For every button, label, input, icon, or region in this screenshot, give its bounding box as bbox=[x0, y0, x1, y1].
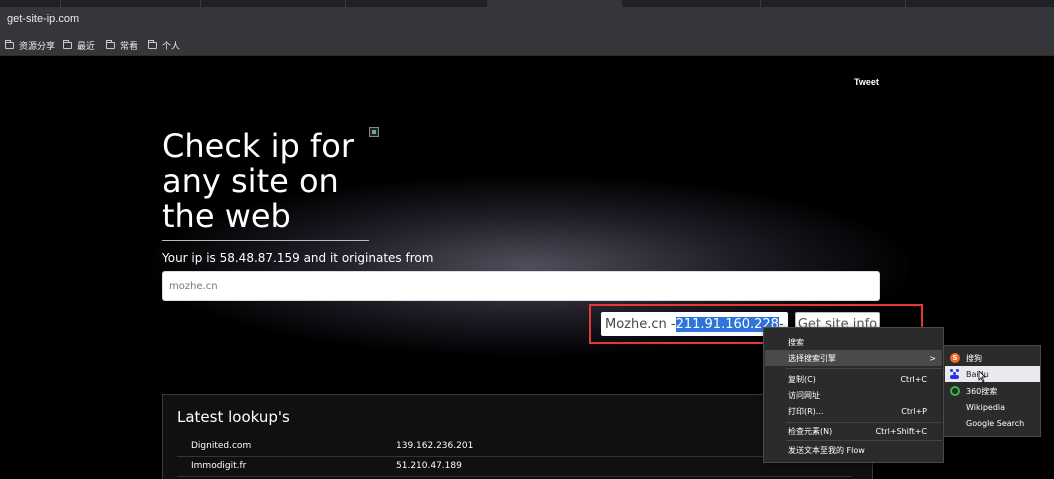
engine-sogou[interactable]: S 搜狗 bbox=[945, 350, 1040, 366]
result-field[interactable]: Mozhe.cn - 211.91.160.228 - bbox=[601, 312, 788, 336]
engine-label: 360搜索 bbox=[966, 386, 998, 396]
title-line: Check ip for bbox=[162, 127, 354, 165]
address-bar[interactable]: get-site-ip.com bbox=[0, 7, 1054, 34]
bookmark-label: 个人 bbox=[162, 41, 181, 52]
tab-divider bbox=[345, 0, 346, 7]
menu-item-search[interactable]: 搜索 bbox=[765, 334, 942, 350]
tab-divider bbox=[200, 0, 201, 7]
menu-item-label: 检查元素(N) bbox=[788, 426, 833, 436]
url-text[interactable]: get-site-ip.com bbox=[7, 13, 79, 25]
title-line: any site on bbox=[162, 162, 339, 200]
lookup-domain[interactable]: Immodigit.fr bbox=[191, 461, 246, 471]
lookup-domain[interactable]: Dignited.com bbox=[191, 441, 251, 451]
tab-divider bbox=[905, 0, 906, 7]
mouse-pointer-icon bbox=[978, 371, 986, 383]
engine-google[interactable]: Google Search bbox=[945, 415, 1040, 431]
browser-window: get-site-ip.com 资源分享 最近 常看 个人 Tweet Chec… bbox=[0, 0, 1054, 479]
menu-item-send-to-flow[interactable]: 发送文本至我的 Flow bbox=[765, 442, 942, 458]
engine-label: Google Search bbox=[966, 418, 1025, 428]
menu-item-visit-url[interactable]: 访问网址 bbox=[765, 387, 942, 403]
menu-item-choose-engine[interactable]: 选择搜索引擎 > bbox=[765, 350, 942, 366]
menu-item-copy[interactable]: 复制(C) Ctrl+C bbox=[765, 371, 942, 387]
bookmarks-bar: 资源分享 最近 常看 个人 bbox=[0, 34, 1054, 56]
lookup-ip: 51.210.47.189 bbox=[396, 461, 462, 471]
menu-shortcut: Ctrl+C bbox=[900, 374, 927, 384]
site-input[interactable]: mozhe.cn bbox=[162, 271, 880, 301]
search-engine-submenu: S 搜狗 Baidu 360搜索 Wikipedia Google Search bbox=[943, 345, 1041, 437]
menu-item-label: 搜索 bbox=[788, 337, 804, 347]
broken-image-icon bbox=[369, 127, 379, 137]
folder-icon bbox=[5, 39, 14, 49]
bookmark-label: 最近 bbox=[77, 41, 96, 52]
menu-shortcut: Ctrl+Shift+C bbox=[875, 426, 927, 436]
menu-item-label: 发送文本至我的 Flow bbox=[788, 445, 865, 455]
engine-wikipedia[interactable]: Wikipedia bbox=[945, 399, 1040, 415]
bookmark-label: 资源分享 bbox=[19, 41, 56, 52]
menu-item-label: 访问网址 bbox=[788, 390, 820, 400]
menu-item-inspect[interactable]: 检查元素(N) Ctrl+Shift+C bbox=[765, 423, 942, 439]
context-menu: 搜索 选择搜索引擎 > 复制(C) Ctrl+C 访问网址 打印(R)... C… bbox=[763, 327, 944, 463]
bookmark-folder[interactable]: 资源分享 bbox=[5, 38, 55, 52]
bookmark-label: 常看 bbox=[120, 41, 139, 52]
engine-label: Wikipedia bbox=[966, 402, 1006, 412]
lookups-title: Latest lookup's bbox=[177, 408, 290, 426]
tab-divider bbox=[60, 0, 61, 7]
engine-baidu[interactable]: Baidu bbox=[945, 366, 1040, 382]
engine-label: 搜狗 bbox=[966, 353, 982, 363]
menu-shortcut: Ctrl+P bbox=[901, 406, 927, 416]
menu-item-label: 打印(R)... bbox=[788, 406, 824, 416]
folder-icon bbox=[106, 39, 115, 49]
lookup-ip: 139.162.236.201 bbox=[396, 441, 474, 451]
tweet-link[interactable]: Tweet bbox=[854, 77, 879, 87]
tab-divider bbox=[760, 0, 761, 7]
bookmark-folder[interactable]: 个人 bbox=[148, 38, 180, 52]
menu-item-print[interactable]: 打印(R)... Ctrl+P bbox=[765, 403, 942, 419]
divider bbox=[162, 240, 369, 241]
chevron-right-icon: > bbox=[929, 353, 936, 363]
engine-360[interactable]: 360搜索 bbox=[945, 383, 1040, 399]
menu-item-label: 选择搜索引擎 bbox=[788, 353, 836, 363]
table-row[interactable]: Dignited.com 139.162.236.201 bbox=[177, 437, 852, 457]
menu-separator bbox=[786, 440, 942, 441]
tab-strip[interactable] bbox=[0, 0, 1054, 7]
menu-separator bbox=[786, 368, 942, 369]
your-ip-text: Your ip is 58.48.87.159 and it originate… bbox=[162, 251, 434, 265]
baidu-paw-icon bbox=[950, 369, 960, 379]
360-search-icon bbox=[950, 386, 960, 396]
table-row[interactable]: Immodigit.fr 51.210.47.189 bbox=[177, 457, 852, 477]
sogou-icon: S bbox=[950, 353, 960, 363]
folder-icon bbox=[148, 39, 157, 49]
active-tab[interactable] bbox=[487, 0, 622, 7]
result-prefix: Mozhe.cn - bbox=[605, 316, 676, 332]
page-title: Check ip for any site on the web bbox=[162, 129, 392, 234]
folder-icon bbox=[63, 39, 72, 49]
bookmark-folder[interactable]: 最近 bbox=[63, 38, 95, 52]
menu-item-label: 复制(C) bbox=[788, 374, 816, 384]
bookmark-folder[interactable]: 常看 bbox=[106, 38, 138, 52]
title-line: the web bbox=[162, 197, 291, 235]
